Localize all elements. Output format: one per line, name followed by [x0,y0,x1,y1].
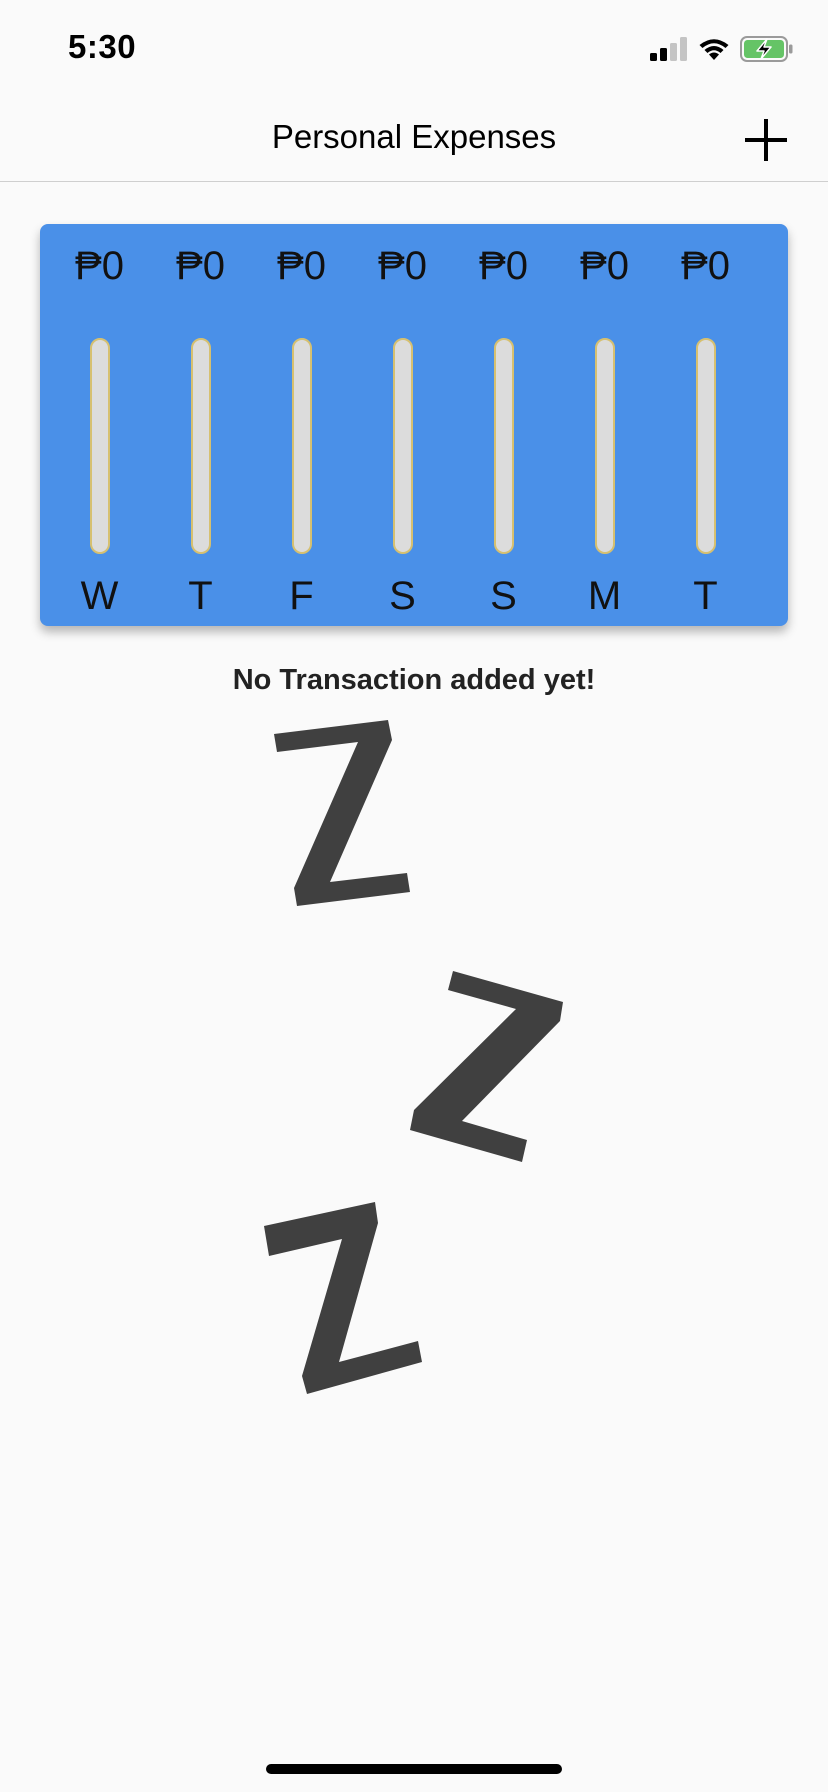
bar-day-label: S [490,574,517,618]
chart-bar-column: ₱0 S [453,244,554,618]
bar-amount-label: ₱0 [479,244,528,288]
status-time: 5:30 [68,28,137,65]
plus-icon [745,119,787,161]
bar-day-label: T [693,574,718,618]
battery-charging-icon [740,36,793,62]
bar-day-label: M [587,574,622,618]
bar-amount-label: ₱0 [277,244,326,288]
z-letter-bottom [264,1202,422,1394]
bar-day-label: S [389,574,416,618]
chart-bar-column: ₱0 F [251,244,352,618]
bar-track [493,338,514,554]
status-bar: 5:30 [0,0,828,100]
bar-amount-label: ₱0 [378,244,427,288]
bar-day-label: F [289,574,314,618]
wifi-icon [699,39,729,60]
weekly-chart-card: ₱0 W ₱0 T ₱0 F ₱0 S ₱0 S ₱0 M ₱0 T [40,224,788,626]
bar-amount-label: ₱0 [681,244,730,288]
add-transaction-button[interactable] [740,114,792,166]
bar-track [291,338,312,554]
bar-day-label: W [80,574,119,618]
bar-track [392,338,413,554]
status-icons [650,34,794,64]
bar-track [89,338,110,554]
bar-track [190,338,211,554]
z-letter-top [274,720,410,906]
bar-amount-label: ₱0 [75,244,124,288]
bar-amount-label: ₱0 [580,244,629,288]
chart-bar-column: ₱0 S [352,244,453,618]
page-title: Personal Expenses [271,118,557,155]
sleeping-zzz-icon [264,720,563,1394]
bar-amount-label: ₱0 [176,244,225,288]
bar-day-label: T [188,574,213,618]
bar-track [594,338,615,554]
chart-bar-column: ₱0 T [655,244,756,618]
chart-bar-column: ₱0 T [150,244,251,618]
app-bar: Personal Expenses [0,100,828,182]
bar-track [695,338,716,554]
cellular-signal-icon [650,37,687,61]
chart-bar-column: ₱0 W [49,244,150,618]
z-letter-middle [410,971,563,1162]
chart-bar-column: ₱0 M [554,244,655,618]
empty-state-message: No Transaction added yet! [232,664,596,696]
home-indicator [266,1764,562,1774]
